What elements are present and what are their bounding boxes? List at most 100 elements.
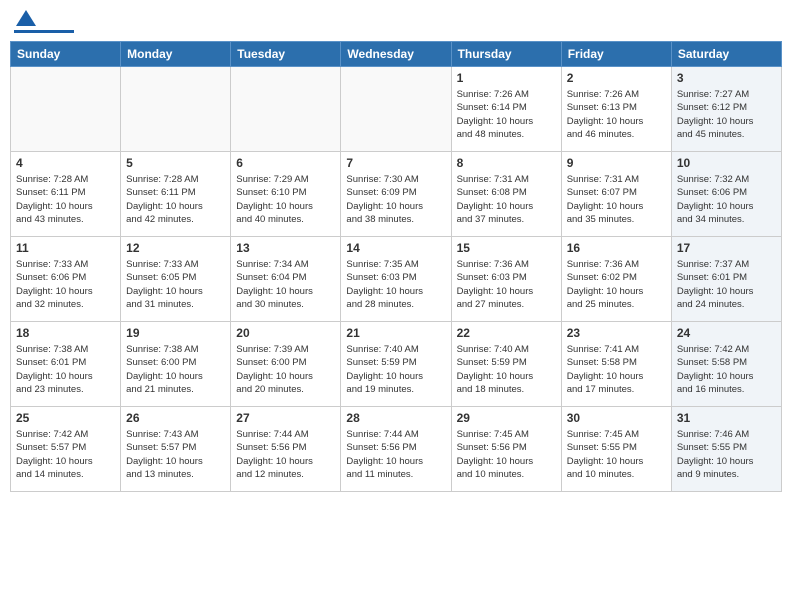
day-number: 27	[236, 411, 335, 425]
day-number: 9	[567, 156, 666, 170]
day-info: Sunrise: 7:33 AMSunset: 6:06 PMDaylight:…	[16, 258, 115, 311]
day-info: Sunrise: 7:33 AMSunset: 6:05 PMDaylight:…	[126, 258, 225, 311]
table-row: 12 Sunrise: 7:33 AMSunset: 6:05 PMDayligh…	[121, 237, 231, 322]
table-row: 2 Sunrise: 7:26 AMSunset: 6:13 PMDaylight…	[561, 67, 671, 152]
table-row: 24 Sunrise: 7:42 AMSunset: 5:58 PMDayligh…	[671, 322, 781, 407]
calendar-table: SundayMondayTuesdayWednesdayThursdayFrid…	[10, 41, 782, 492]
day-info: Sunrise: 7:35 AMSunset: 6:03 PMDaylight:…	[346, 258, 445, 311]
week-row-5: 25 Sunrise: 7:42 AMSunset: 5:57 PMDayligh…	[11, 407, 782, 492]
day-number: 5	[126, 156, 225, 170]
day-number: 17	[677, 241, 776, 255]
day-info: Sunrise: 7:27 AMSunset: 6:12 PMDaylight:…	[677, 88, 776, 141]
week-row-1: 1 Sunrise: 7:26 AMSunset: 6:14 PMDaylight…	[11, 67, 782, 152]
week-row-2: 4 Sunrise: 7:28 AMSunset: 6:11 PMDaylight…	[11, 152, 782, 237]
logo	[14, 10, 74, 33]
day-info: Sunrise: 7:41 AMSunset: 5:58 PMDaylight:…	[567, 343, 666, 396]
table-row: 6 Sunrise: 7:29 AMSunset: 6:10 PMDaylight…	[231, 152, 341, 237]
table-row: 9 Sunrise: 7:31 AMSunset: 6:07 PMDaylight…	[561, 152, 671, 237]
table-row: 18 Sunrise: 7:38 AMSunset: 6:01 PMDayligh…	[11, 322, 121, 407]
table-row: 19Sunrise: 7:38 AMSunset: 6:00 PMDayligh…	[121, 322, 231, 407]
day-info: Sunrise: 7:40 AMSunset: 5:59 PMDaylight:…	[346, 343, 445, 396]
table-row: 14 Sunrise: 7:35 AMSunset: 6:03 PMDayligh…	[341, 237, 451, 322]
table-row: 23 Sunrise: 7:41 AMSunset: 5:58 PMDayligh…	[561, 322, 671, 407]
header	[10, 10, 782, 33]
week-row-4: 18 Sunrise: 7:38 AMSunset: 6:01 PMDayligh…	[11, 322, 782, 407]
day-info: Sunrise: 7:30 AMSunset: 6:09 PMDaylight:…	[346, 173, 445, 226]
day-number: 23	[567, 326, 666, 340]
column-header-sunday: Sunday	[11, 42, 121, 67]
table-row: 17Sunrise: 7:37 AMSunset: 6:01 PMDayligh…	[671, 237, 781, 322]
day-info: Sunrise: 7:42 AMSunset: 5:58 PMDaylight:…	[677, 343, 776, 396]
day-number: 31	[677, 411, 776, 425]
day-number: 4	[16, 156, 115, 170]
day-info: Sunrise: 7:26 AMSunset: 6:14 PMDaylight:…	[457, 88, 556, 141]
day-info: Sunrise: 7:42 AMSunset: 5:57 PMDaylight:…	[16, 428, 115, 481]
day-number: 15	[457, 241, 556, 255]
table-row: 15 Sunrise: 7:36 AMSunset: 6:03 PMDayligh…	[451, 237, 561, 322]
day-number: 20	[236, 326, 335, 340]
column-header-wednesday: Wednesday	[341, 42, 451, 67]
day-info: Sunrise: 7:43 AMSunset: 5:57 PMDaylight:…	[126, 428, 225, 481]
table-row: 28 Sunrise: 7:44 AMSunset: 5:56 PMDayligh…	[341, 407, 451, 492]
day-number: 7	[346, 156, 445, 170]
table-row: 3 Sunrise: 7:27 AMSunset: 6:12 PMDaylight…	[671, 67, 781, 152]
column-header-monday: Monday	[121, 42, 231, 67]
logo-triangle-icon	[16, 10, 36, 26]
table-row: 4 Sunrise: 7:28 AMSunset: 6:11 PMDaylight…	[11, 152, 121, 237]
day-number: 11	[16, 241, 115, 255]
day-number: 16	[567, 241, 666, 255]
day-number: 8	[457, 156, 556, 170]
day-number: 22	[457, 326, 556, 340]
day-number: 1	[457, 71, 556, 85]
table-row: 1 Sunrise: 7:26 AMSunset: 6:14 PMDaylight…	[451, 67, 561, 152]
column-header-thursday: Thursday	[451, 42, 561, 67]
table-row	[231, 67, 341, 152]
day-number: 10	[677, 156, 776, 170]
day-number: 12	[126, 241, 225, 255]
day-info: Sunrise: 7:28 AMSunset: 6:11 PMDaylight:…	[126, 173, 225, 226]
day-info: Sunrise: 7:45 AMSunset: 5:56 PMDaylight:…	[457, 428, 556, 481]
day-info: Sunrise: 7:36 AMSunset: 6:02 PMDaylight:…	[567, 258, 666, 311]
day-info: Sunrise: 7:46 AMSunset: 5:55 PMDaylight:…	[677, 428, 776, 481]
day-info: Sunrise: 7:38 AMSunset: 6:00 PMDaylight:…	[126, 343, 225, 396]
table-row: 31 Sunrise: 7:46 AMSunset: 5:55 PMDayligh…	[671, 407, 781, 492]
table-row: 25 Sunrise: 7:42 AMSunset: 5:57 PMDayligh…	[11, 407, 121, 492]
table-row: 7 Sunrise: 7:30 AMSunset: 6:09 PMDaylight…	[341, 152, 451, 237]
day-number: 30	[567, 411, 666, 425]
day-info: Sunrise: 7:44 AMSunset: 5:56 PMDaylight:…	[346, 428, 445, 481]
table-row: 11 Sunrise: 7:33 AMSunset: 6:06 PMDayligh…	[11, 237, 121, 322]
day-number: 2	[567, 71, 666, 85]
calendar-header-row: SundayMondayTuesdayWednesdayThursdayFrid…	[11, 42, 782, 67]
table-row: 21Sunrise: 7:40 AMSunset: 5:59 PMDayligh…	[341, 322, 451, 407]
day-number: 29	[457, 411, 556, 425]
day-number: 18	[16, 326, 115, 340]
day-number: 6	[236, 156, 335, 170]
day-info: Sunrise: 7:38 AMSunset: 6:01 PMDaylight:…	[16, 343, 115, 396]
day-number: 28	[346, 411, 445, 425]
table-row: 27 Sunrise: 7:44 AMSunset: 5:56 PMDayligh…	[231, 407, 341, 492]
day-number: 14	[346, 241, 445, 255]
day-info: Sunrise: 7:28 AMSunset: 6:11 PMDaylight:…	[16, 173, 115, 226]
table-row: 8Sunrise: 7:31 AMSunset: 6:08 PMDaylight…	[451, 152, 561, 237]
table-row	[11, 67, 121, 152]
table-row	[121, 67, 231, 152]
column-header-friday: Friday	[561, 42, 671, 67]
table-row: 16 Sunrise: 7:36 AMSunset: 6:02 PMDayligh…	[561, 237, 671, 322]
day-info: Sunrise: 7:45 AMSunset: 5:55 PMDaylight:…	[567, 428, 666, 481]
logo-underline	[14, 30, 74, 33]
column-header-saturday: Saturday	[671, 42, 781, 67]
day-number: 26	[126, 411, 225, 425]
table-row: 13Sunrise: 7:34 AMSunset: 6:04 PMDayligh…	[231, 237, 341, 322]
day-number: 24	[677, 326, 776, 340]
week-row-3: 11 Sunrise: 7:33 AMSunset: 6:06 PMDayligh…	[11, 237, 782, 322]
day-info: Sunrise: 7:29 AMSunset: 6:10 PMDaylight:…	[236, 173, 335, 226]
day-number: 25	[16, 411, 115, 425]
day-info: Sunrise: 7:31 AMSunset: 6:07 PMDaylight:…	[567, 173, 666, 226]
day-info: Sunrise: 7:36 AMSunset: 6:03 PMDaylight:…	[457, 258, 556, 311]
day-info: Sunrise: 7:44 AMSunset: 5:56 PMDaylight:…	[236, 428, 335, 481]
day-number: 3	[677, 71, 776, 85]
day-info: Sunrise: 7:34 AMSunset: 6:04 PMDaylight:…	[236, 258, 335, 311]
day-info: Sunrise: 7:26 AMSunset: 6:13 PMDaylight:…	[567, 88, 666, 141]
table-row: 10Sunrise: 7:32 AMSunset: 6:06 PMDayligh…	[671, 152, 781, 237]
table-row: 29 Sunrise: 7:45 AMSunset: 5:56 PMDayligh…	[451, 407, 561, 492]
